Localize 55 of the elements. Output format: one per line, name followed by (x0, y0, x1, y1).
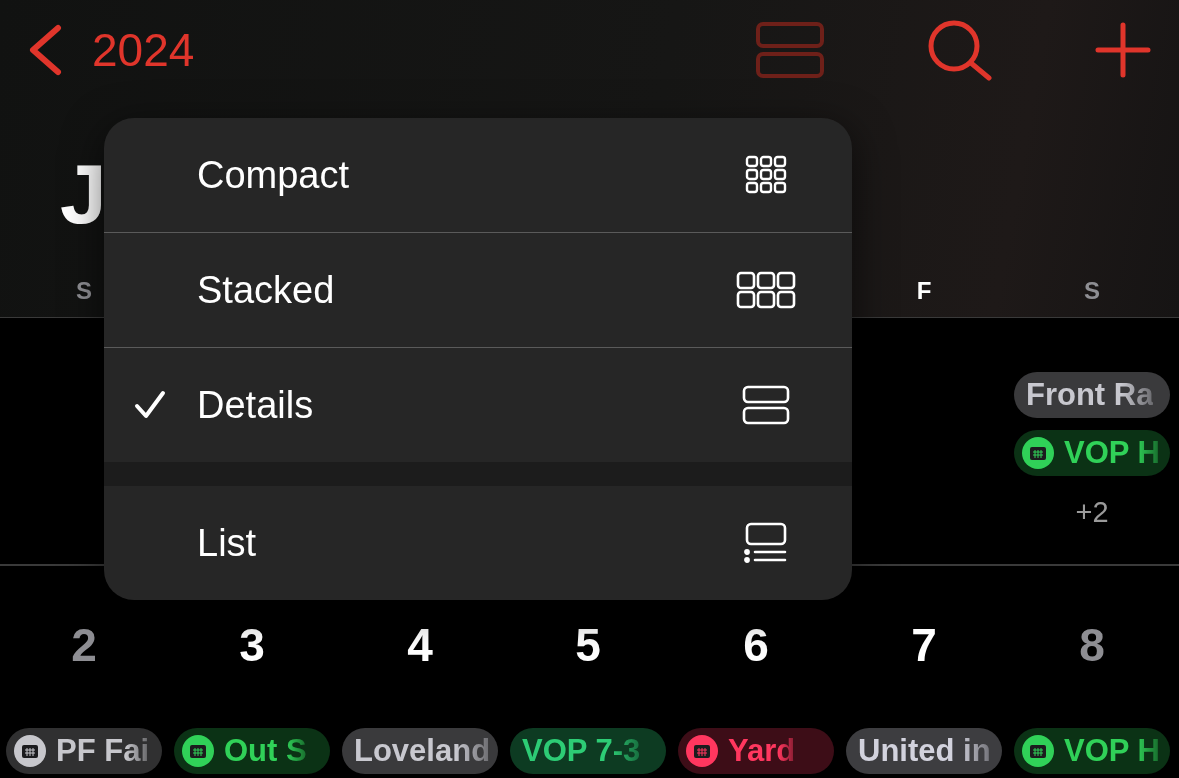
event-chip[interactable]: Yard (678, 728, 834, 774)
event-chip[interactable]: Loveland (342, 728, 498, 774)
event-title: United in (858, 733, 991, 769)
event-chip[interactable]: Out S (174, 728, 330, 774)
event-chip[interactable]: VOP 7-3 (510, 728, 666, 774)
list-icon (743, 522, 789, 564)
chevron-left-icon (28, 24, 62, 76)
day-number[interactable]: 5 (575, 618, 601, 686)
menu-item[interactable]: Details (104, 347, 852, 462)
back-button[interactable]: 2024 (28, 23, 195, 77)
weekday-label: S (76, 277, 92, 305)
calendar-icon (1022, 735, 1054, 767)
menu-item-label: List (197, 521, 258, 565)
event-title: PF Fai (56, 733, 149, 769)
search-icon (927, 19, 993, 81)
event-chip[interactable]: Front Ra (1014, 372, 1170, 418)
two-rows-icon (755, 21, 825, 79)
event-title: VOP H (1064, 435, 1160, 471)
day-number[interactable]: 2 (71, 618, 97, 686)
search-button[interactable] (927, 19, 993, 81)
menu-item[interactable]: List (104, 462, 852, 600)
weekday-label: S (1084, 277, 1100, 305)
day-number[interactable]: 6 (743, 618, 769, 686)
more-events-count[interactable]: +2 (1075, 496, 1109, 529)
event-title: Out S (224, 733, 307, 769)
event-title: Front Ra (1026, 377, 1154, 413)
compact-grid-icon (745, 155, 787, 195)
day-number[interactable]: 8 (1079, 618, 1105, 686)
event-chip[interactable]: United in (846, 728, 1002, 774)
calendar-icon (182, 735, 214, 767)
calendar-icon (1022, 437, 1054, 469)
weekday-label: F (916, 277, 932, 305)
menu-item[interactable]: Stacked (104, 232, 852, 347)
event-chip[interactable]: PF Fai (6, 728, 162, 774)
event-chip[interactable]: VOP H (1014, 430, 1170, 476)
two-rows-icon (742, 385, 790, 425)
event-title: VOP 7-3 (522, 733, 641, 769)
event-title: Yard (728, 733, 796, 769)
day-number[interactable]: 4 (407, 618, 433, 686)
grid-icon (736, 271, 796, 309)
add-button[interactable] (1095, 22, 1151, 78)
day-number[interactable]: 3 (239, 618, 265, 686)
day-number[interactable]: 7 (911, 618, 937, 686)
event-title: VOP H (1064, 733, 1160, 769)
calendar-icon (14, 735, 46, 767)
menu-item-label: Compact (197, 153, 351, 197)
event-title: Loveland (354, 733, 491, 769)
menu-item[interactable]: Compact (104, 118, 852, 232)
menu-item-label: Details (197, 383, 315, 427)
event-chip[interactable]: VOP H (1014, 728, 1170, 774)
calendar-icon (686, 735, 718, 767)
view-toggle-button[interactable] (755, 21, 825, 79)
plus-icon (1095, 22, 1151, 78)
menu-item-label: Stacked (197, 268, 336, 312)
month-title: J (60, 147, 107, 241)
